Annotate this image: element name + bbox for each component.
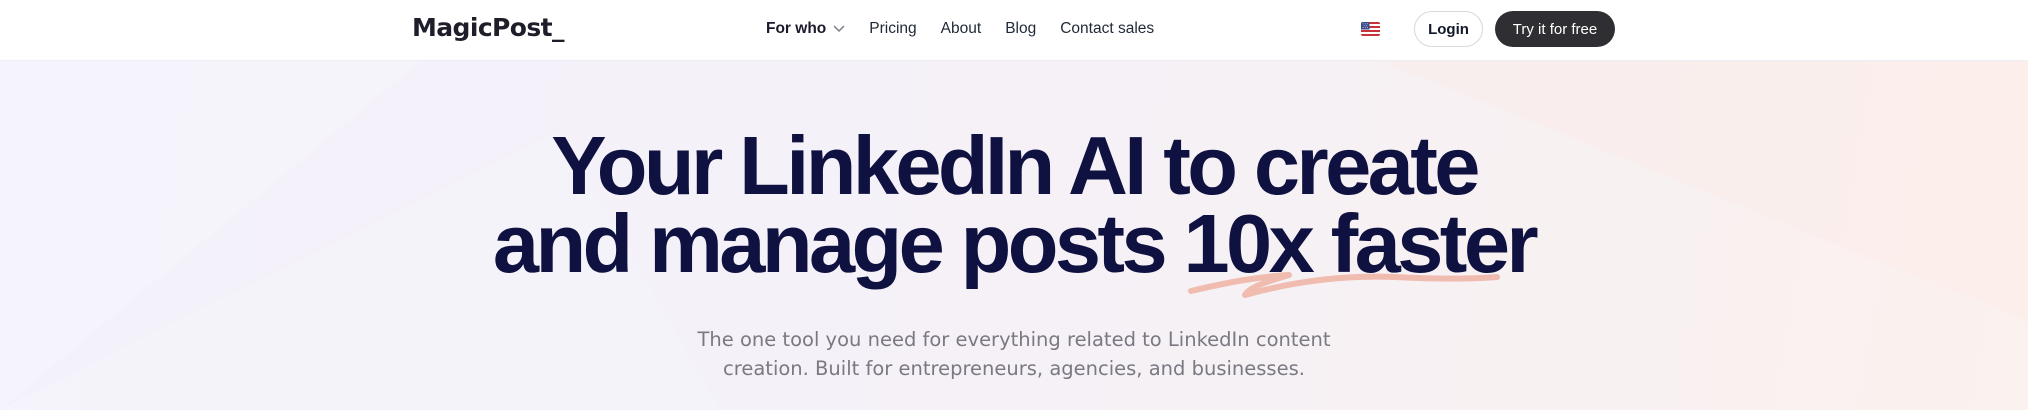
hero-headline-line-1: Your LinkedIn AI to create [551,119,1480,212]
hero-subtitle: The one tool you need for everything rel… [0,325,2028,383]
nav-item-for-who-label: For who [766,20,827,37]
hero-subtitle-line-2: creation. Built for entrepreneurs, agenc… [723,357,1305,380]
login-button[interactable]: Login [1414,11,1483,47]
main-nav: For who Pricing About Blog Contact sales [766,16,1154,42]
hero-section: Your LinkedIn AI to create and manage po… [0,61,2028,410]
nav-item-blog[interactable]: Blog [1005,20,1036,38]
us-flag-icon[interactable] [1361,22,1380,36]
nav-item-pricing[interactable]: Pricing [869,20,916,38]
hero-headline-highlight-text: 10x faster [1183,197,1538,290]
hero-headline-line-2-prefix: and manage posts [492,197,1184,290]
nav-item-about[interactable]: About [941,20,982,38]
hero-subtitle-line-1: The one tool you need for everything rel… [697,328,1331,351]
nav-item-blog-label: Blog [1005,20,1037,37]
nav-item-contact-sales-label: Contact sales [1060,20,1155,37]
nav-item-about-label: About [940,20,982,37]
hero-headline-highlight: 10x faster [1183,202,1539,298]
hero-headline: Your LinkedIn AI to create and manage po… [0,119,2028,298]
brand-logo[interactable]: MagicPost_ [412,10,564,46]
nav-item-contact-sales[interactable]: Contact sales [1060,20,1154,38]
hero-headline-line-2: and manage posts 10x faster [0,202,2028,298]
nav-item-pricing-label: Pricing [869,20,917,37]
site-header: MagicPost_ For who Pricing About Blog Co… [0,0,2028,61]
page: MagicPost_ For who Pricing About Blog Co… [0,0,2028,410]
nav-item-for-who[interactable]: For who [766,20,845,38]
chevron-down-icon [833,25,845,32]
try-free-button[interactable]: Try it for free [1495,11,1615,47]
